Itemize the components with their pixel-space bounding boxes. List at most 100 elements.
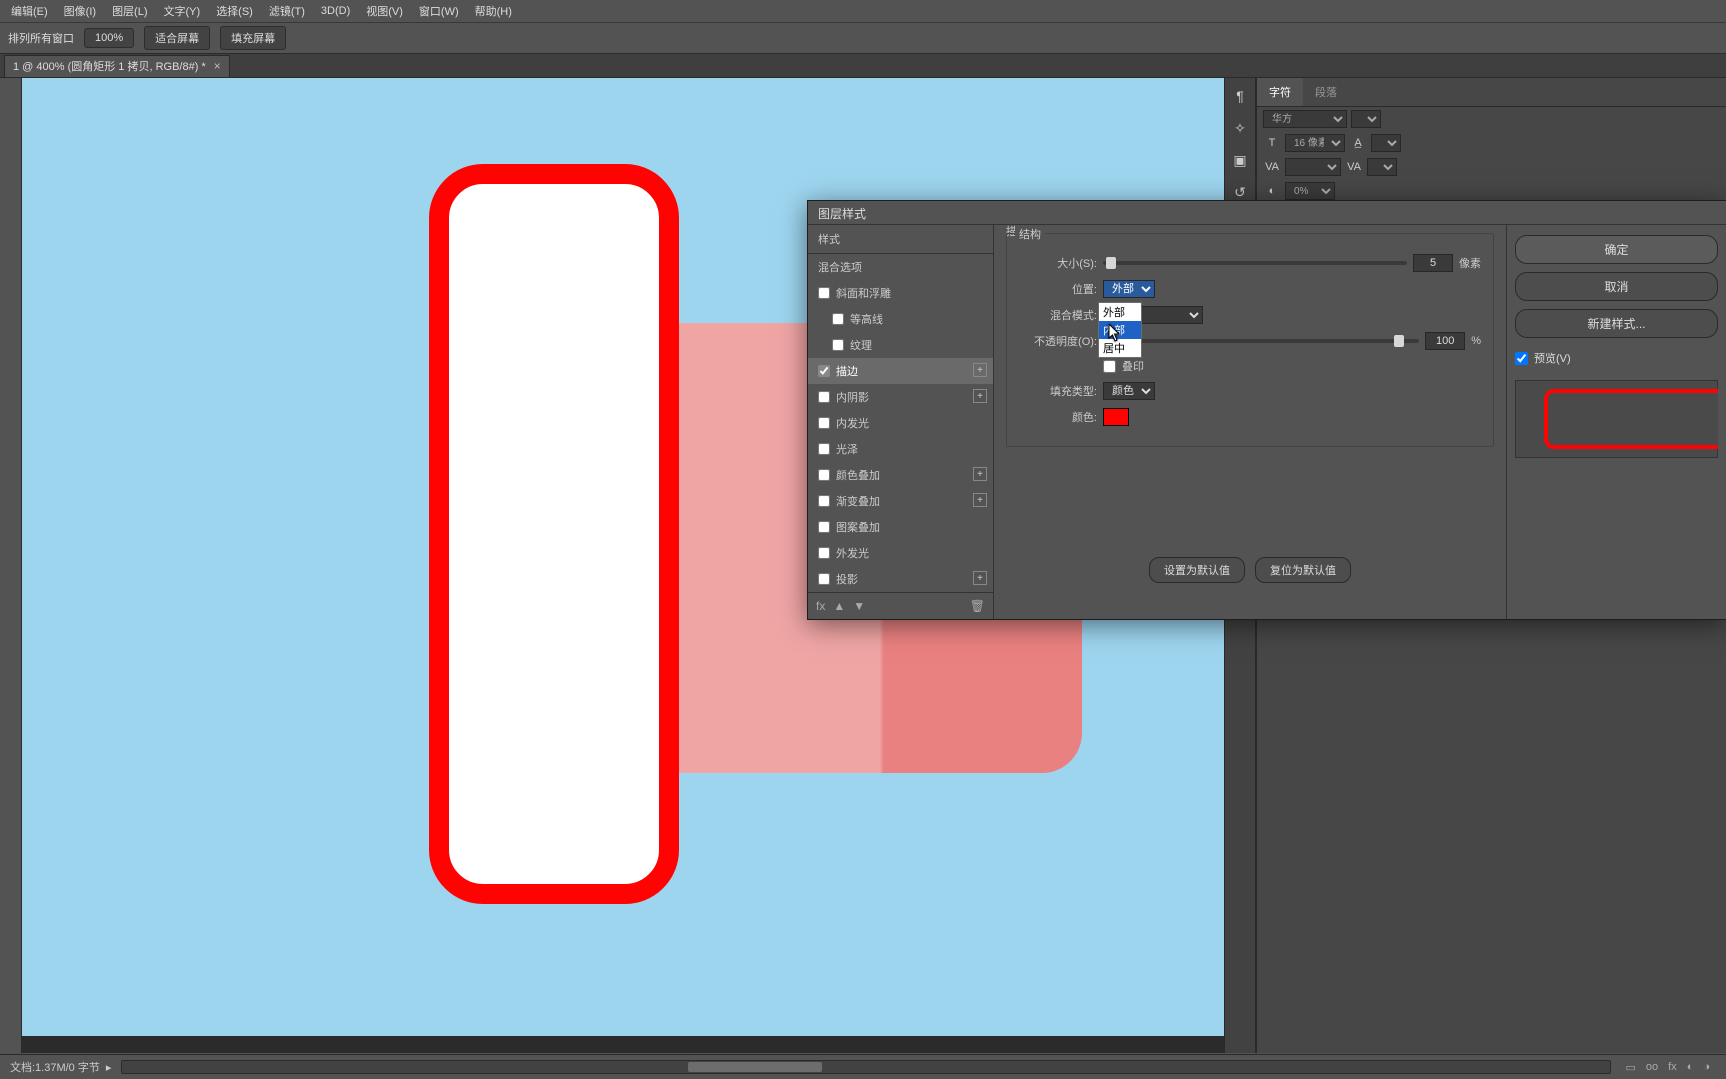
leading-select[interactable]	[1371, 134, 1401, 152]
style-item-渐变叠加[interactable]: 渐变叠加+	[808, 488, 993, 514]
preview-checkbox[interactable]	[1515, 352, 1528, 365]
add-effect-icon[interactable]: +	[973, 363, 987, 377]
font-style-select[interactable]	[1351, 110, 1381, 128]
move-up-icon[interactable]: ▲	[833, 599, 845, 613]
kerning-select[interactable]	[1285, 158, 1341, 176]
style-checkbox[interactable]	[832, 339, 844, 351]
font-family-select[interactable]: 华方	[1263, 110, 1347, 128]
style-item-内阴影[interactable]: 内阴影+	[808, 384, 993, 410]
chain-icon[interactable]: oo	[1646, 1061, 1658, 1074]
preview-label: 预览(V)	[1534, 350, 1571, 366]
style-item-斜面和浮雕[interactable]: 斜面和浮雕	[808, 280, 993, 306]
style-checkbox[interactable]	[818, 521, 830, 533]
size-slider[interactable]	[1103, 261, 1407, 265]
style-checkbox[interactable]	[832, 313, 844, 325]
style-checkbox[interactable]	[818, 417, 830, 429]
style-checkbox[interactable]	[818, 365, 830, 377]
style-checkbox[interactable]	[818, 469, 830, 481]
style-checkbox[interactable]	[818, 547, 830, 559]
paragraph-panel-icon[interactable]: ¶	[1228, 84, 1252, 108]
style-item-内发光[interactable]: 内发光	[808, 410, 993, 436]
style-item-等高线[interactable]: 等高线	[808, 306, 993, 332]
style-checkbox[interactable]	[818, 573, 830, 585]
add-effect-icon[interactable]: +	[973, 493, 987, 507]
size-unit: 像素	[1459, 255, 1481, 271]
stroke-color-swatch[interactable]	[1103, 408, 1129, 426]
fx-icon[interactable]: fx	[816, 599, 825, 613]
style-checkbox[interactable]	[818, 443, 830, 455]
tracking-select[interactable]	[1367, 158, 1397, 176]
chevron-right-icon[interactable]: ▸	[106, 1061, 112, 1074]
tab-paragraph[interactable]: 段落	[1303, 78, 1349, 106]
glyphs-panel-icon[interactable]: ✧	[1228, 116, 1252, 140]
adjustment-icon[interactable]: ◑	[1703, 1061, 1710, 1074]
font-size-select[interactable]: 16 像素	[1285, 134, 1345, 152]
style-item-外发光[interactable]: 外发光	[808, 540, 993, 566]
menu-layer[interactable]: 图层(L)	[105, 0, 154, 22]
opacity-label: 不透明度(O):	[1019, 333, 1097, 349]
document-tab[interactable]: 1 @ 400% (圆角矩形 1 拷贝, RGB/8#) * ×	[4, 55, 230, 77]
ok-button[interactable]: 确定	[1515, 235, 1718, 264]
style-item-label: 纹理	[850, 337, 872, 353]
set-default-button[interactable]: 设置为默认值	[1149, 557, 1245, 583]
size-input[interactable]	[1413, 254, 1453, 272]
menu-help[interactable]: 帮助(H)	[468, 0, 519, 22]
style-item-颜色叠加[interactable]: 颜色叠加+	[808, 462, 993, 488]
swatches-panel-icon[interactable]: ▣	[1228, 148, 1252, 172]
menu-edit[interactable]: 编辑(E)	[4, 0, 55, 22]
style-preview	[1515, 380, 1718, 458]
arrange-windows-label[interactable]: 排列所有窗口	[8, 30, 74, 46]
overprint-checkbox[interactable]	[1103, 360, 1116, 373]
tracking-icon: VA	[1345, 158, 1363, 176]
horizontal-scrollbar[interactable]	[121, 1060, 1611, 1074]
add-effect-icon[interactable]: +	[973, 571, 987, 585]
add-effect-icon[interactable]: +	[973, 467, 987, 481]
style-item-光泽[interactable]: 光泽	[808, 436, 993, 462]
opacity-slider[interactable]	[1103, 339, 1419, 343]
fill-screen-button[interactable]: 填充屏幕	[220, 26, 286, 50]
add-effect-icon[interactable]: +	[973, 389, 987, 403]
fit-screen-button[interactable]: 适合屏幕	[144, 26, 210, 50]
menu-view[interactable]: 视图(V)	[359, 0, 410, 22]
style-checkbox[interactable]	[818, 287, 830, 299]
opacity-input[interactable]	[1425, 332, 1465, 350]
menu-image[interactable]: 图像(I)	[57, 0, 103, 22]
reset-default-button[interactable]: 复位为默认值	[1255, 557, 1351, 583]
style-item-label: 斜面和浮雕	[836, 285, 891, 301]
style-item-投影[interactable]: 投影 +	[808, 566, 993, 592]
tab-character[interactable]: 字符	[1257, 78, 1303, 106]
blend-options-item[interactable]: 混合选项	[808, 254, 993, 280]
artwork-front-rounded-rect	[429, 164, 679, 904]
style-item-label: 光泽	[836, 441, 858, 457]
option-bar: 排列所有窗口 100% 适合屏幕 填充屏幕	[0, 22, 1726, 54]
mask-icon[interactable]: ◐	[1687, 1061, 1694, 1074]
dialog-title: 图层样式	[808, 201, 1726, 225]
new-style-button[interactable]: 新建样式...	[1515, 309, 1718, 338]
menu-window[interactable]: 窗口(W)	[412, 0, 466, 22]
style-item-纹理[interactable]: 纹理	[808, 332, 993, 358]
filltype-select[interactable]: 颜色	[1103, 382, 1155, 400]
fx-status-icon[interactable]: fx	[1668, 1061, 1677, 1074]
color-label: 颜色:	[1019, 409, 1097, 425]
zoom-level[interactable]: 100%	[84, 28, 134, 48]
menu-type[interactable]: 文字(Y)	[157, 0, 208, 22]
position-select[interactable]: 外部	[1103, 280, 1155, 298]
doc-size-label: 文档:1.37M/0 字节	[10, 1059, 100, 1075]
styles-header: 样式	[808, 225, 993, 254]
style-checkbox[interactable]	[818, 391, 830, 403]
opacity-select[interactable]: 0%	[1285, 182, 1335, 200]
close-tab-icon[interactable]: ×	[214, 59, 221, 73]
trash-icon[interactable]: 🗑	[970, 599, 985, 613]
timeline-icon[interactable]: ▭	[1625, 1061, 1635, 1074]
menu-select[interactable]: 选择(S)	[209, 0, 260, 22]
move-down-icon[interactable]: ▼	[853, 599, 865, 613]
cancel-button[interactable]: 取消	[1515, 272, 1718, 301]
menu-filter[interactable]: 滤镜(T)	[262, 0, 312, 22]
menu-3d[interactable]: 3D(D)	[314, 2, 357, 20]
style-item-图案叠加[interactable]: 图案叠加	[808, 514, 993, 540]
position-option-outside[interactable]: 外部	[1099, 303, 1141, 321]
style-item-label: 投影	[836, 571, 858, 587]
layer-style-dialog: 图层样式 样式 混合选项 斜面和浮雕等高线纹理描边+内阴影+内发光光泽颜色叠加+…	[807, 200, 1726, 620]
style-checkbox[interactable]	[818, 495, 830, 507]
style-item-描边[interactable]: 描边+	[808, 358, 993, 384]
